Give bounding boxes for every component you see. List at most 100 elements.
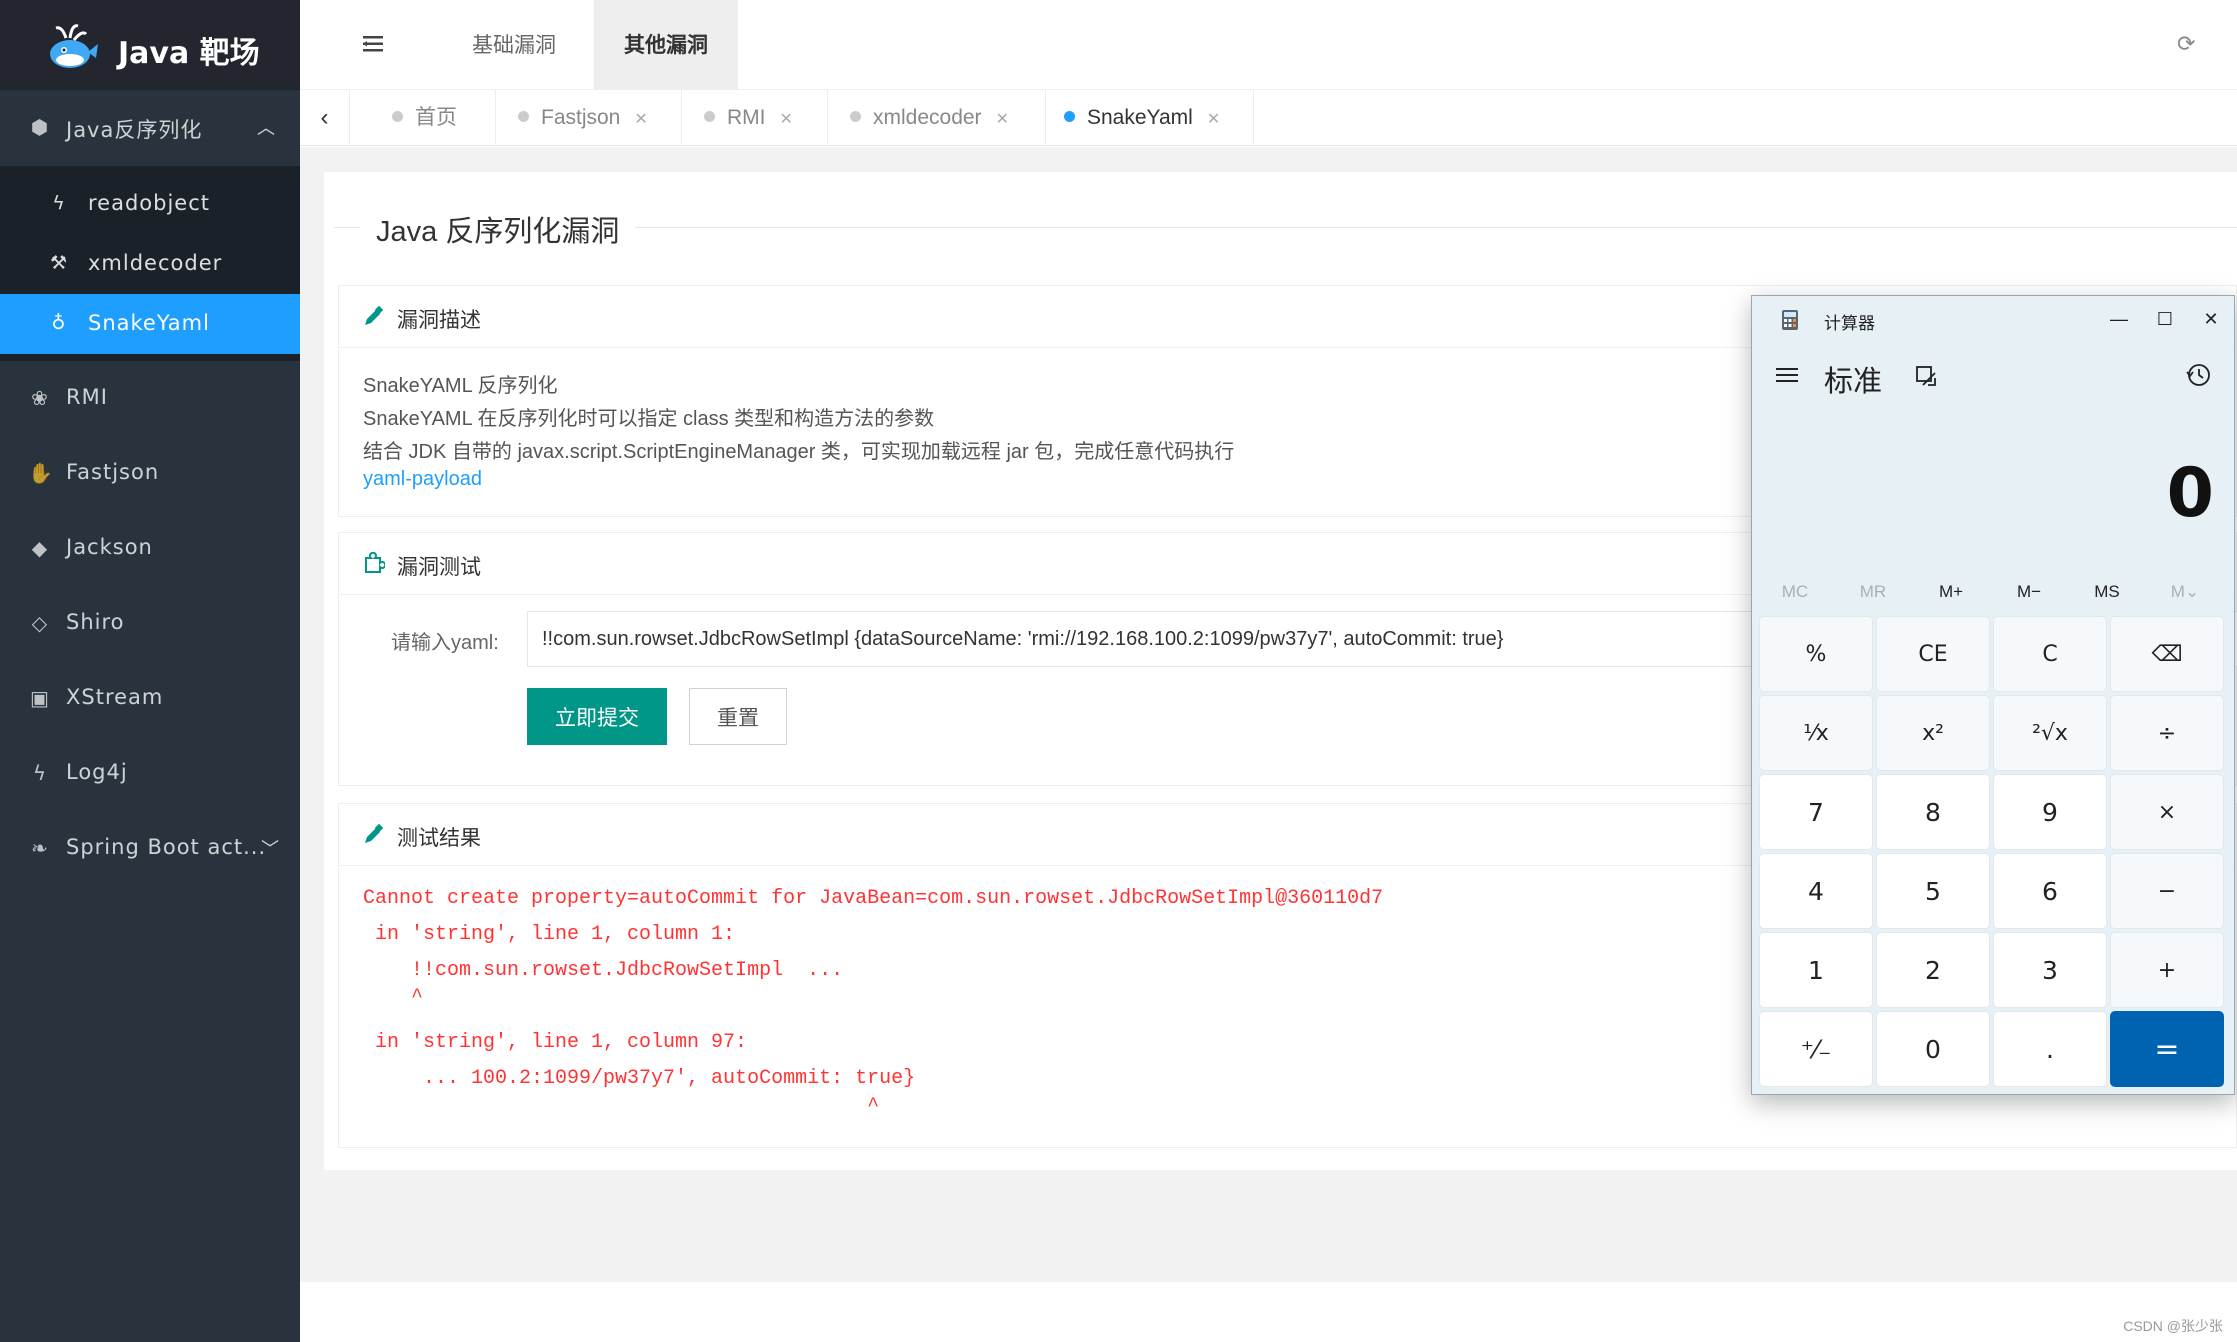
hamburger-menu-icon[interactable] <box>1776 366 1798 384</box>
sidebar-submenu: ϟ readobject ⚒ xmldecoder ♁ SnakeYaml <box>0 166 300 361</box>
description-line: 结合 JDK 自带的 javax.script.ScriptEngineMana… <box>363 441 1235 463</box>
subtract-key[interactable]: − <box>2110 853 2224 929</box>
page-tab-fastjson[interactable]: Fastjson ✕ <box>496 90 682 146</box>
cube-icon: ⬢ <box>30 115 50 139</box>
digit-1-key[interactable]: 1 <box>1759 932 1873 1008</box>
digit-0-key[interactable]: 0 <box>1876 1011 1990 1087</box>
gavel-icon: ⚒ <box>49 252 69 274</box>
memory-recall-button[interactable]: MR <box>1834 576 1912 608</box>
sidebar-item-snakeyaml[interactable]: ♁ SnakeYaml <box>0 294 300 354</box>
tab-dot-icon <box>850 111 861 122</box>
app-title: Java 靶场 <box>118 36 260 71</box>
puzzle-icon <box>365 552 385 573</box>
footer <box>300 1282 2237 1342</box>
page-tab-label: RMI <box>727 106 766 129</box>
tab-other-vulns[interactable]: 其他漏洞 <box>594 0 738 90</box>
chevron-left-icon[interactable]: ‹ <box>300 90 350 146</box>
menu-toggle-icon[interactable] <box>360 32 386 56</box>
sidebar-group-label: Java反序列化 <box>66 118 203 142</box>
submit-button[interactable]: 立即提交 <box>527 688 667 745</box>
sidebar-item-xmldecoder[interactable]: ⚒ xmldecoder <box>0 234 300 294</box>
error-line: in 'string', line 1, column 97: <box>363 1031 748 1054</box>
page-tab-xmldecoder[interactable]: xmldecoder ✕ <box>828 90 1046 146</box>
page-tab-label: Fastjson <box>541 106 621 129</box>
close-icon[interactable]: ✕ <box>1207 92 1220 148</box>
clear-entry-key[interactable]: CE <box>1876 616 1990 692</box>
page-tab-rmi[interactable]: RMI ✕ <box>682 90 828 146</box>
page-tab-label: SnakeYaml <box>1087 106 1193 129</box>
tab-dot-icon <box>392 111 403 122</box>
sidebar-item-rmi[interactable]: ❀ RMI <box>0 361 300 436</box>
close-icon[interactable]: ✕ <box>634 92 647 148</box>
memory-store-button[interactable]: MS <box>2068 576 2146 608</box>
sidebar-item-fastjson[interactable]: ✋ Fastjson <box>0 436 300 511</box>
description-line: SnakeYAML 在反序列化时可以指定 class 类型和构造方法的参数 <box>363 408 935 430</box>
yaml-payload-link[interactable]: yaml-payload <box>363 468 482 491</box>
panel-title: 漏洞测试 <box>397 556 481 579</box>
sidebar-item-log4j[interactable]: ϟ Log4j <box>0 736 300 811</box>
error-line: ... 100.2:1099/pw37y7', autoCommit: true… <box>363 1067 916 1090</box>
sidebar-item-spring-boot-actuator[interactable]: ❧ Spring Boot act... ﹀ <box>0 811 300 886</box>
maximize-icon[interactable]: ☐ <box>2143 302 2187 336</box>
sidebar-item-xstream[interactable]: ▣ XStream <box>0 661 300 736</box>
sidebar-item-label: XStream <box>66 685 164 709</box>
digit-9-key[interactable]: 9 <box>1993 774 2107 850</box>
tab-dot-icon <box>704 111 715 122</box>
sidebar-group-java-deserialization[interactable]: ⬢ Java反序列化 ︿ <box>0 90 300 166</box>
logo[interactable]: Java 靶场 <box>0 0 300 90</box>
close-icon[interactable]: ✕ <box>996 92 1009 148</box>
clear-key[interactable]: C <box>1993 616 2107 692</box>
minimize-icon[interactable]: — <box>2097 302 2141 336</box>
equals-key[interactable]: = <box>2110 1011 2224 1087</box>
page-tab-bar: ‹ 首页 Fastjson ✕ RMI ✕ xmldecoder ✕ SnakeYam… <box>300 90 2237 146</box>
history-icon[interactable] <box>2186 362 2212 388</box>
panel-title: 漏洞描述 <box>397 309 481 332</box>
tab-basic-vulns[interactable]: 基础漏洞 <box>442 0 586 90</box>
divide-key[interactable]: ÷ <box>2110 695 2224 771</box>
paw-icon: ❀ <box>31 386 49 410</box>
close-icon[interactable]: ✕ <box>780 92 793 148</box>
square-key[interactable]: x² <box>1876 695 1990 771</box>
add-key[interactable]: + <box>2110 932 2224 1008</box>
digit-2-key[interactable]: 2 <box>1876 932 1990 1008</box>
sidebar-item-label: Shiro <box>66 610 125 634</box>
memory-list-button[interactable]: M⌄ <box>2146 576 2224 608</box>
sidebar-item-jackson[interactable]: ◆ Jackson <box>0 511 300 586</box>
digit-8-key[interactable]: 8 <box>1876 774 1990 850</box>
calculator-title: 计算器 <box>1824 314 1875 333</box>
eyedropper-icon <box>365 305 384 325</box>
calculator-window: 计算器 — ☐ ✕ 标准 0 MC MR M+ M− MS M⌄ % CE C … <box>1751 295 2235 1095</box>
sidebar-item-readobject[interactable]: ϟ readobject <box>0 174 300 234</box>
digit-3-key[interactable]: 3 <box>1993 932 2107 1008</box>
keep-on-top-icon[interactable] <box>1914 364 1938 388</box>
square-root-key[interactable]: ²√x <box>1993 695 2107 771</box>
negate-key[interactable]: ⁺⁄₋ <box>1759 1011 1873 1087</box>
error-line: ^ <box>363 1095 880 1118</box>
reset-button[interactable]: 重置 <box>689 688 787 745</box>
percent-key[interactable]: % <box>1759 616 1873 692</box>
tab-dot-icon <box>518 111 529 122</box>
refresh-icon[interactable]: ⟳ <box>2177 32 2201 56</box>
error-line: Cannot create property=autoCommit for Ja… <box>363 887 1384 910</box>
hand-icon: ✋ <box>28 461 54 485</box>
decimal-key[interactable]: . <box>1993 1011 2107 1087</box>
multiply-key[interactable]: × <box>2110 774 2224 850</box>
digit-4-key[interactable]: 4 <box>1759 853 1873 929</box>
page-tab-home[interactable]: 首页 <box>350 90 496 146</box>
yaml-input-label: 请输入yaml: <box>391 632 499 654</box>
memory-clear-button[interactable]: MC <box>1756 576 1834 608</box>
memory-add-button[interactable]: M+ <box>1912 576 1990 608</box>
sidebar-item-shiro[interactable]: ◇ Shiro <box>0 586 300 661</box>
calculator-titlebar[interactable]: 计算器 — ☐ ✕ <box>1752 296 2234 342</box>
reciprocal-key[interactable]: ¹⁄x <box>1759 695 1873 771</box>
top-header: 基础漏洞 其他漏洞 ⟳ <box>300 0 2237 90</box>
calculator-display: 0 <box>2166 454 2214 533</box>
page-tab-snakeyaml[interactable]: SnakeYaml ✕ <box>1046 90 1254 146</box>
digit-5-key[interactable]: 5 <box>1876 853 1990 929</box>
memory-subtract-button[interactable]: M− <box>1990 576 2068 608</box>
backspace-key[interactable]: ⌫ <box>2110 616 2224 692</box>
digit-7-key[interactable]: 7 <box>1759 774 1873 850</box>
close-icon[interactable]: ✕ <box>2189 302 2233 336</box>
digit-6-key[interactable]: 6 <box>1993 853 2107 929</box>
page-tab-label: xmldecoder <box>873 106 982 129</box>
